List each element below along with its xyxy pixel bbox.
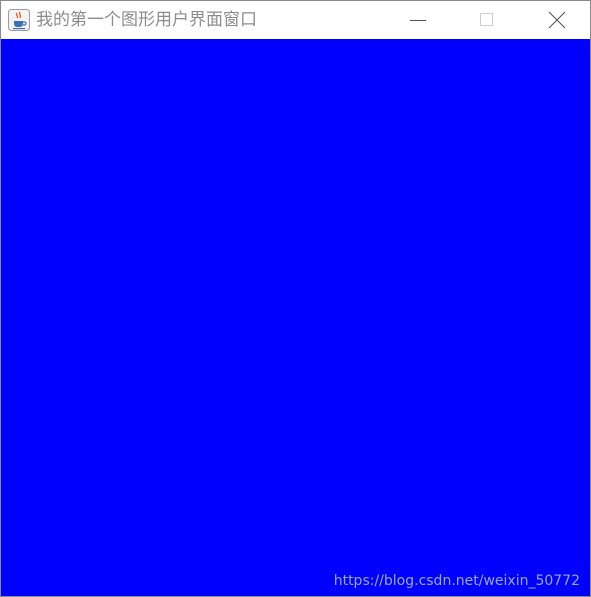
window-title: 我的第一个图形用户界面窗口 bbox=[36, 10, 257, 30]
close-button[interactable] bbox=[534, 1, 580, 39]
content-panel: https://blog.csdn.net/weixin_50772 bbox=[1, 39, 590, 596]
minimize-button[interactable] bbox=[395, 1, 441, 39]
maximize-icon bbox=[480, 13, 493, 26]
title-bar[interactable]: 我的第一个图形用户界面窗口 bbox=[1, 1, 590, 39]
close-icon bbox=[548, 11, 566, 29]
app-window: 我的第一个图形用户界面窗口 https://blog.csdn.net/weix… bbox=[0, 0, 591, 597]
java-coffee-cup-icon[interactable] bbox=[8, 9, 30, 31]
minimize-icon bbox=[410, 20, 426, 21]
watermark: https://blog.csdn.net/weixin_50772 bbox=[333, 573, 580, 589]
maximize-button[interactable] bbox=[464, 1, 510, 39]
